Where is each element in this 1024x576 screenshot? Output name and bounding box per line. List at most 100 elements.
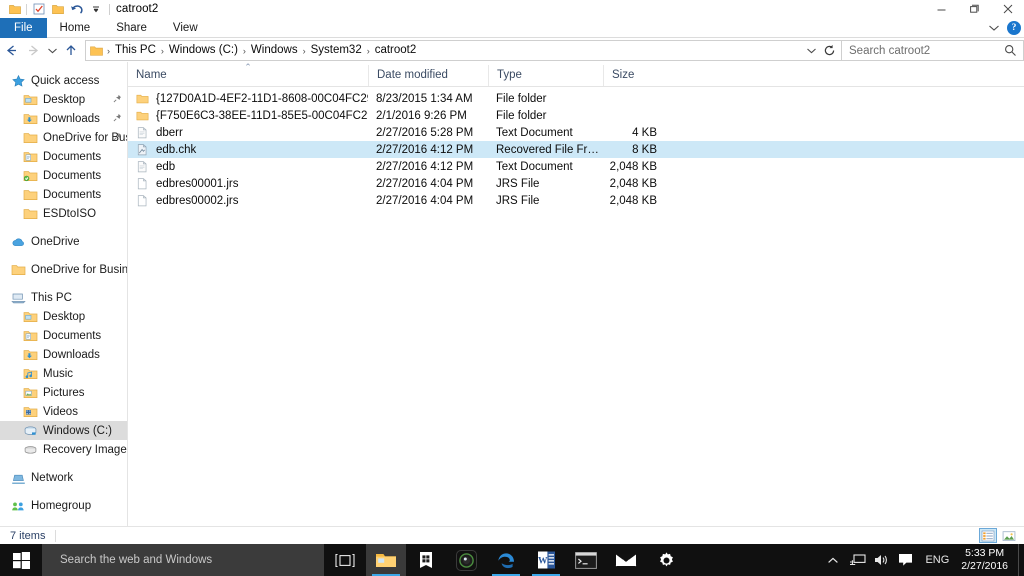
- table-row[interactable]: {127D0A1D-4EF2-11D1-8608-00C04FC295EE} 8/…: [128, 90, 1024, 107]
- status-bar: 7 items: [0, 526, 1024, 544]
- sidebar-item-music[interactable]: Music: [0, 364, 127, 383]
- column-header-name[interactable]: ⌃ Name: [128, 63, 368, 86]
- action-center-icon[interactable]: [893, 544, 917, 576]
- sidebar-item-recovery-image-d[interactable]: Recovery Image (D:): [0, 440, 127, 459]
- refresh-icon[interactable]: [820, 41, 838, 60]
- column-header-size[interactable]: Size: [603, 65, 665, 86]
- tab-home[interactable]: Home: [47, 18, 104, 38]
- column-header-type[interactable]: Type: [488, 65, 603, 86]
- sidebar-item-documents[interactable]: Documents: [0, 147, 127, 166]
- taskbar-word-icon[interactable]: W: [526, 544, 566, 576]
- close-button[interactable]: [991, 0, 1024, 18]
- network-tray-icon[interactable]: [845, 544, 869, 576]
- start-button[interactable]: [0, 544, 42, 576]
- customize-qat-chevron-icon[interactable]: [86, 0, 105, 18]
- pin-icon[interactable]: [113, 113, 122, 125]
- recent-locations-button[interactable]: [44, 40, 60, 62]
- table-row[interactable]: edbres00001.jrs 2/27/2016 4:04 PM JRS File…: [128, 175, 1024, 192]
- tab-file[interactable]: File: [0, 18, 47, 38]
- sidebar-item-network[interactable]: Network: [0, 468, 127, 487]
- nav-group-spacer: [0, 459, 127, 468]
- table-row[interactable]: edb.chk 2/27/2016 4:12 PM Recovered File F…: [128, 141, 1024, 158]
- generic-file-icon: [136, 193, 149, 208]
- sidebar-item-downloads[interactable]: Downloads: [0, 109, 127, 128]
- breadcrumb-windows[interactable]: Windows: [247, 41, 302, 60]
- tab-share[interactable]: Share: [103, 18, 160, 38]
- table-row[interactable]: edbres00002.jrs 2/27/2016 4:04 PM JRS File…: [128, 192, 1024, 209]
- sidebar-item-documents[interactable]: Documents: [0, 185, 127, 204]
- sidebar-item-esdtoiso[interactable]: ESDtoISO: [0, 204, 127, 223]
- breadcrumb-system32[interactable]: System32: [307, 41, 366, 60]
- table-row[interactable]: {F750E6C3-38EE-11D1-85E5-00C04FC295EE} 2/…: [128, 107, 1024, 124]
- window-controls: [925, 0, 1024, 18]
- ribbon-collapse-chevron-icon[interactable]: [988, 19, 1000, 37]
- folder-properties-icon[interactable]: [29, 0, 48, 18]
- sidebar-item-onedrive[interactable]: OneDrive: [0, 232, 127, 251]
- show-desktop-button[interactable]: [1018, 544, 1024, 576]
- back-button[interactable]: [0, 40, 22, 62]
- table-row[interactable]: dberr 2/27/2016 5:28 PM Text Document 4 KB: [128, 124, 1024, 141]
- minimize-button[interactable]: [925, 0, 958, 18]
- taskbar-search-box[interactable]: Search the web and Windows: [42, 544, 324, 576]
- undo-icon[interactable]: [67, 0, 86, 18]
- taskbar-command-prompt-icon[interactable]: [566, 544, 606, 576]
- taskbar-file-explorer-icon[interactable]: [366, 544, 406, 576]
- svg-text:W: W: [537, 556, 547, 566]
- window-menu-folder-icon[interactable]: [5, 0, 24, 18]
- documents-folder-icon: [22, 328, 38, 344]
- file-list-pane: ⌃ Name Date modified Type Size {127D0A1D…: [128, 62, 1024, 526]
- forward-button[interactable]: [22, 40, 44, 62]
- task-view-button[interactable]: [324, 544, 366, 576]
- large-icons-view-button[interactable]: [1000, 528, 1018, 543]
- show-hidden-icons-chevron-icon[interactable]: [821, 544, 845, 576]
- pin-icon[interactable]: [113, 132, 122, 144]
- breadcrumb-windows-c[interactable]: Windows (C:): [165, 41, 242, 60]
- details-view-button[interactable]: [979, 528, 997, 543]
- taskbar-store-icon[interactable]: [406, 544, 446, 576]
- sidebar-item-onedrive-for-business[interactable]: OneDrive for Business: [0, 260, 127, 279]
- sidebar-item-desktop[interactable]: Desktop: [0, 307, 127, 326]
- sidebar-item-documents[interactable]: Documents: [0, 166, 127, 185]
- clock[interactable]: 5:33 PM 2/27/2016: [957, 544, 1018, 576]
- sidebar-item-windows-c[interactable]: Windows (C:): [0, 421, 127, 440]
- star-icon: [10, 73, 26, 89]
- sidebar-item-this-pc[interactable]: This PC: [0, 288, 127, 307]
- pin-icon[interactable]: [113, 94, 122, 106]
- taskbar-mail-icon[interactable]: [606, 544, 646, 576]
- breadcrumb-this-pc[interactable]: This PC: [111, 41, 160, 60]
- file-name-label: edbres00002.jrs: [156, 194, 239, 207]
- sidebar-item-downloads[interactable]: Downloads: [0, 345, 127, 364]
- sidebar-item-desktop[interactable]: Desktop: [0, 90, 127, 109]
- breadcrumb-bar[interactable]: › This PC › Windows (C:) › Windows › Sys…: [85, 40, 842, 61]
- new-folder-icon[interactable]: [48, 0, 67, 18]
- tab-view[interactable]: View: [160, 18, 211, 38]
- sidebar-item-label: Music: [43, 367, 74, 380]
- sidebar-item-pictures[interactable]: Pictures: [0, 383, 127, 402]
- breadcrumb-dropdown-icon[interactable]: [803, 41, 819, 60]
- navigation-pane[interactable]: Quick access Desktop Downloads OneDrive for…: [0, 62, 128, 526]
- music-folder-icon: [22, 366, 38, 382]
- up-button[interactable]: [60, 40, 82, 62]
- taskbar-settings-icon[interactable]: [646, 544, 686, 576]
- search-input[interactable]: [842, 42, 997, 59]
- help-button[interactable]: ?: [1007, 21, 1021, 35]
- file-name-cell: dberr: [128, 125, 368, 140]
- videos-folder-icon: [22, 404, 38, 420]
- ribbon-tab-bar: File Home Share View ?: [0, 18, 1024, 38]
- column-header-date-modified[interactable]: Date modified: [368, 65, 488, 86]
- taskbar-camera-app-icon[interactable]: [446, 544, 486, 576]
- breadcrumb-catroot2[interactable]: catroot2: [371, 41, 421, 60]
- maximize-restore-button[interactable]: [958, 0, 991, 18]
- table-row[interactable]: edb 2/27/2016 4:12 PM Text Document 2,048 K…: [128, 158, 1024, 175]
- sidebar-item-onedrive-for-bus[interactable]: OneDrive for Bus: [0, 128, 127, 147]
- search-box[interactable]: [842, 40, 1024, 61]
- file-name-label: {127D0A1D-4EF2-11D1-8608-00C04FC295EE}: [156, 92, 368, 105]
- language-indicator[interactable]: ENG: [917, 554, 957, 566]
- sidebar-item-documents[interactable]: Documents: [0, 326, 127, 345]
- sidebar-item-label: OneDrive: [31, 235, 80, 248]
- sidebar-item-videos[interactable]: Videos: [0, 402, 127, 421]
- sidebar-item-homegroup[interactable]: Homegroup: [0, 496, 127, 515]
- taskbar-microsoft-edge-icon[interactable]: [486, 544, 526, 576]
- volume-tray-icon[interactable]: [869, 544, 893, 576]
- sidebar-item-quick-access[interactable]: Quick access: [0, 71, 127, 90]
